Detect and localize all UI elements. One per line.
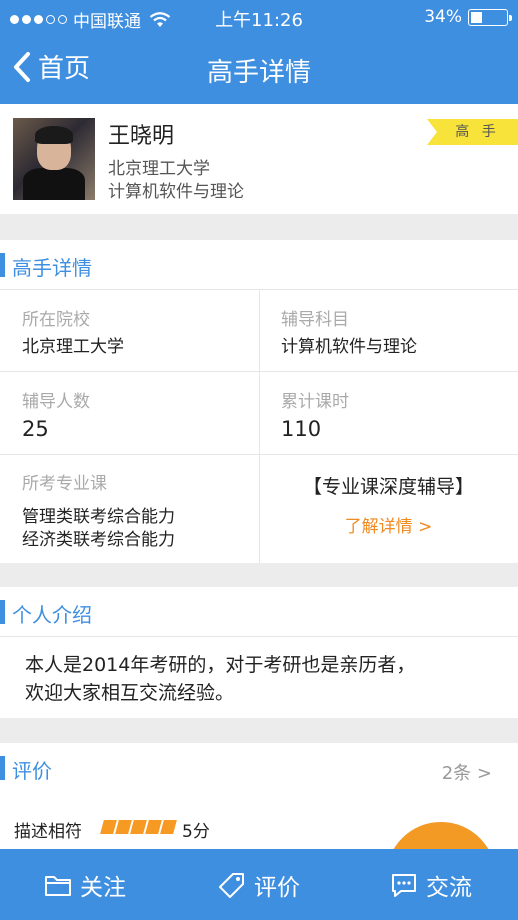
tab-review-label: 评价 — [254, 874, 300, 901]
school-label: 所在院校 — [22, 310, 90, 330]
rating-label: 描述相符 — [14, 822, 82, 842]
reviews-header[interactable]: 评价 2条 > — [0, 743, 518, 793]
course-item: 经济类联考综合能力 — [22, 530, 175, 550]
back-button[interactable]: 首页 — [12, 48, 90, 85]
battery-icon — [468, 8, 512, 26]
reviews-count[interactable]: 2条 > — [442, 759, 492, 785]
expert-badge: 高 手 — [427, 119, 518, 145]
avatar — [13, 118, 95, 200]
folder-icon — [45, 875, 71, 896]
status-bar: 中国联通 上午11:26 34% — [0, 0, 518, 34]
details-header: 高手详情 — [0, 240, 518, 290]
intro-text-line: 本人是2014年考研的，对于考研也是亲历者， — [25, 654, 416, 676]
rating-star — [160, 820, 177, 834]
tab-follow-label: 关注 — [80, 874, 126, 901]
students-label: 辅导人数 — [22, 392, 90, 412]
hours-cell: 累计课时 110 — [259, 371, 518, 454]
tab-chat-label: 交流 — [426, 874, 472, 901]
rating-stars — [100, 820, 177, 834]
rating-value: 5分 — [182, 822, 210, 842]
hours-value: 110 — [281, 417, 322, 441]
courses-label: 所考专业课 — [22, 474, 107, 494]
expert-university: 北京理工大学 — [108, 159, 210, 179]
expert-major: 计算机软件与理论 — [108, 182, 244, 202]
rating-star — [115, 820, 132, 834]
intro-section: 个人介绍 本人是2014年考研的，对于考研也是亲历者， 欢迎大家相互交流经验。 — [0, 587, 518, 718]
rating-star — [130, 820, 147, 834]
tab-chat[interactable]: 交流 — [390, 849, 472, 920]
chat-bubble-icon — [392, 873, 416, 897]
school-value: 北京理工大学 — [22, 337, 124, 357]
students-value: 25 — [22, 417, 49, 441]
subject-cell: 辅导科目 计算机软件与理论 — [259, 290, 518, 371]
hours-label: 累计课时 — [281, 392, 349, 412]
rating-star — [145, 820, 162, 834]
rating-star — [100, 820, 117, 834]
tag-icon — [219, 872, 244, 898]
details-title: 高手详情 — [12, 256, 92, 280]
battery-percent: 34% — [424, 7, 462, 27]
intro-text-line: 欢迎大家相互交流经验。 — [25, 682, 235, 704]
subject-value: 计算机软件与理论 — [281, 337, 417, 357]
intro-title: 个人介绍 — [12, 603, 92, 627]
courses-cell: 所考专业课 管理类联考综合能力 经济类联考综合能力 — [0, 454, 259, 563]
details-section: 高手详情 所在院校 北京理工大学 辅导科目 计算机软件与理论 辅导人数 25 累… — [0, 240, 518, 563]
students-cell: 辅导人数 25 — [0, 371, 259, 454]
reviews-title: 评价 — [12, 759, 52, 783]
expert-name: 王晓明 — [108, 124, 175, 149]
nav-bar: 首页 高手详情 — [0, 34, 518, 104]
tab-follow[interactable]: 关注 — [44, 849, 126, 920]
promo-title: 【专业课深度辅导】 — [302, 476, 474, 498]
tab-review[interactable]: 评价 — [218, 849, 300, 920]
back-label: 首页 — [38, 54, 91, 84]
school-cell: 所在院校 北京理工大学 — [0, 290, 259, 371]
chevron-left-icon — [14, 51, 30, 82]
course-item: 管理类联考综合能力 — [22, 507, 175, 527]
top-bar: 中国联通 上午11:26 34% 首页 高手详情 — [0, 0, 518, 104]
battery: 34% — [424, 7, 512, 27]
bottom-tab-bar: 关注 评价 交流 — [0, 849, 518, 920]
subject-label: 辅导科目 — [281, 310, 349, 330]
promo-link[interactable]: 了解详情 > — [259, 512, 518, 537]
intro-header: 个人介绍 — [0, 587, 518, 637]
